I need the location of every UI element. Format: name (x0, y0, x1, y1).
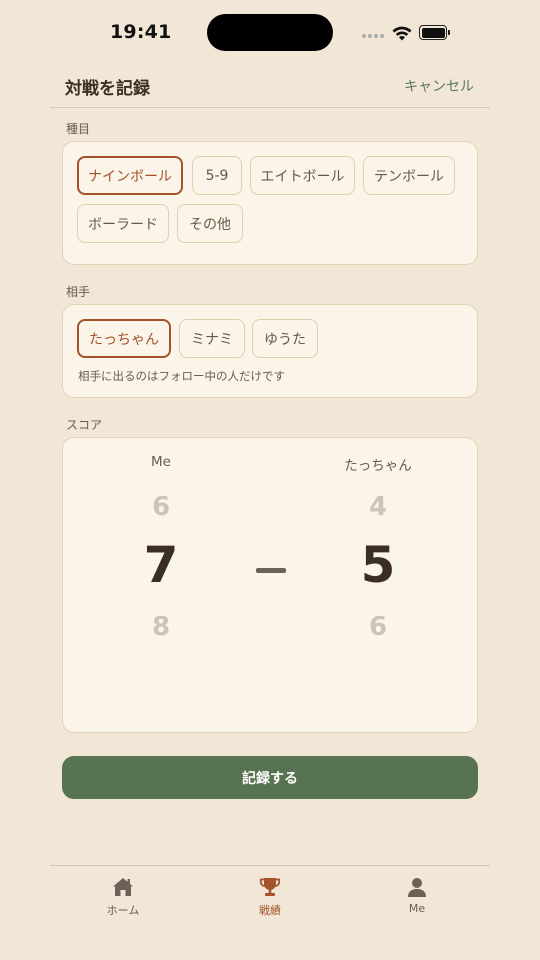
person-icon (408, 878, 426, 897)
game-type-card: ナインボール 5-9 エイトボール テンボール ボーラード その他 (62, 141, 478, 265)
dynamic-island (207, 14, 333, 51)
tab-me-label: Me (408, 902, 426, 915)
score-me-name: Me (151, 454, 171, 470)
status-bar: 19:41 (0, 0, 540, 64)
battery-icon (419, 25, 450, 40)
game-type-option-eightball[interactable]: エイトボール (250, 156, 355, 195)
score-me-prev[interactable]: 6 (131, 492, 191, 522)
score-card: Me たっちゃん 6 7 8 4 5 6 (62, 437, 478, 733)
page-title: 対戦を記録 (65, 79, 150, 99)
tab-me[interactable]: Me (372, 876, 462, 915)
game-type-option-nineball[interactable]: ナインボール (77, 156, 183, 195)
tab-home[interactable]: ホーム (78, 876, 168, 918)
score-opponent-prev[interactable]: 4 (348, 492, 408, 522)
tab-record[interactable]: 戦績 (225, 876, 315, 918)
score-label: スコア (66, 418, 103, 432)
score-me-next[interactable]: 8 (131, 612, 191, 642)
score-opponent-name: たっちゃん (344, 458, 412, 474)
game-type-option-other[interactable]: その他 (177, 204, 243, 243)
home-icon (113, 878, 133, 896)
opponent-option-yuta[interactable]: ゆうた (252, 319, 318, 358)
score-opponent-next[interactable]: 6 (348, 612, 408, 642)
submit-record-button[interactable]: 記録する (62, 756, 478, 799)
tab-home-label: ホーム (106, 904, 140, 917)
game-type-label: 種目 (66, 122, 91, 136)
opponent-hint: 相手に出るのはフォロー中の人だけです (78, 369, 285, 383)
score-opponent-value[interactable]: 5 (338, 536, 418, 594)
tab-record-label: 戦績 (259, 904, 281, 917)
cancel-button[interactable]: キャンセル (404, 76, 474, 96)
game-type-option-5-9[interactable]: 5-9 (192, 156, 242, 195)
nav-header: 対戦を記録 キャンセル (50, 64, 490, 108)
tab-bar: ホーム 戦績 Me (50, 865, 490, 960)
wifi-icon (392, 26, 412, 41)
game-type-option-tenball[interactable]: テンボール (363, 156, 455, 195)
status-time: 19:41 (110, 21, 172, 43)
opponent-option-tacchan[interactable]: たっちゃん (77, 319, 171, 358)
trophy-icon (259, 878, 281, 896)
opponent-option-minami[interactable]: ミナミ (179, 319, 245, 358)
score-separator (256, 568, 286, 573)
opponent-label: 相手 (66, 285, 91, 299)
score-me-value[interactable]: 7 (121, 536, 201, 594)
opponent-card: たっちゃん ミナミ ゆうた 相手に出るのはフォロー中の人だけです (62, 304, 478, 398)
game-type-option-bowlliards[interactable]: ボーラード (77, 204, 169, 243)
cellular-signal-icon (362, 34, 384, 38)
